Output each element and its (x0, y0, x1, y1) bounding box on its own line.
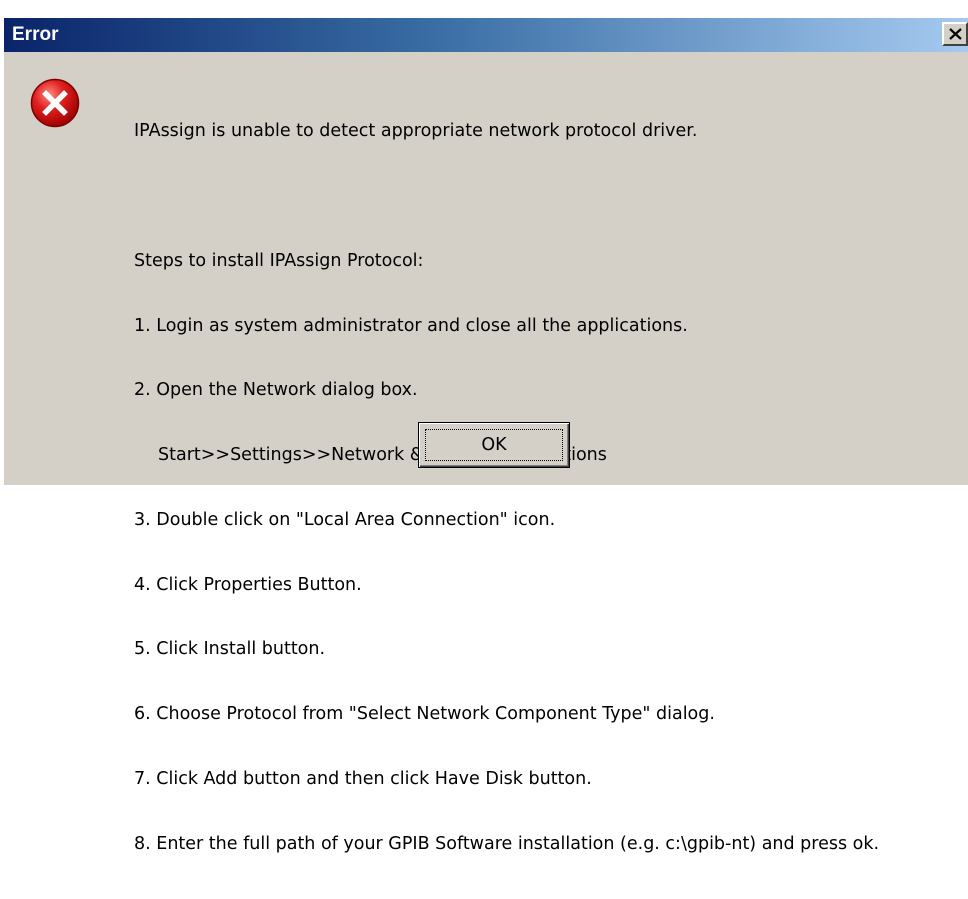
close-button[interactable] (942, 22, 968, 46)
step-5: 5. Click Install button. (134, 639, 326, 660)
message-headline: IPAssign is unable to detect appropriate… (134, 121, 698, 142)
title-bar[interactable]: Error (4, 18, 968, 52)
window-title: Error (12, 24, 59, 45)
close-icon (949, 28, 962, 40)
steps-header: Steps to install IPAssign Protocol: (134, 250, 424, 271)
ok-button-label: OK (481, 435, 507, 455)
ok-button[interactable]: OK (418, 422, 570, 468)
error-message: IPAssign is unable to detect appropriate… (134, 78, 879, 899)
step-1: 1. Login as system administrator and clo… (134, 315, 688, 336)
step-8: 8. Enter the full path of your GPIB Soft… (134, 833, 880, 854)
message-spacer (134, 186, 879, 208)
step-6: 6. Choose Protocol from "Select Network … (134, 704, 715, 725)
step-7: 7. Click Add button and then click Have … (134, 769, 592, 789)
step-2: 2. Open the Network dialog box. (134, 380, 418, 401)
error-icon (30, 78, 80, 128)
step-4: 4. Click Properties Button. (134, 574, 362, 595)
error-dialog: Error IPAssign is unable to detect appro… (4, 18, 968, 854)
step-3: 3. Double click on "Local Area Connectio… (134, 509, 556, 530)
